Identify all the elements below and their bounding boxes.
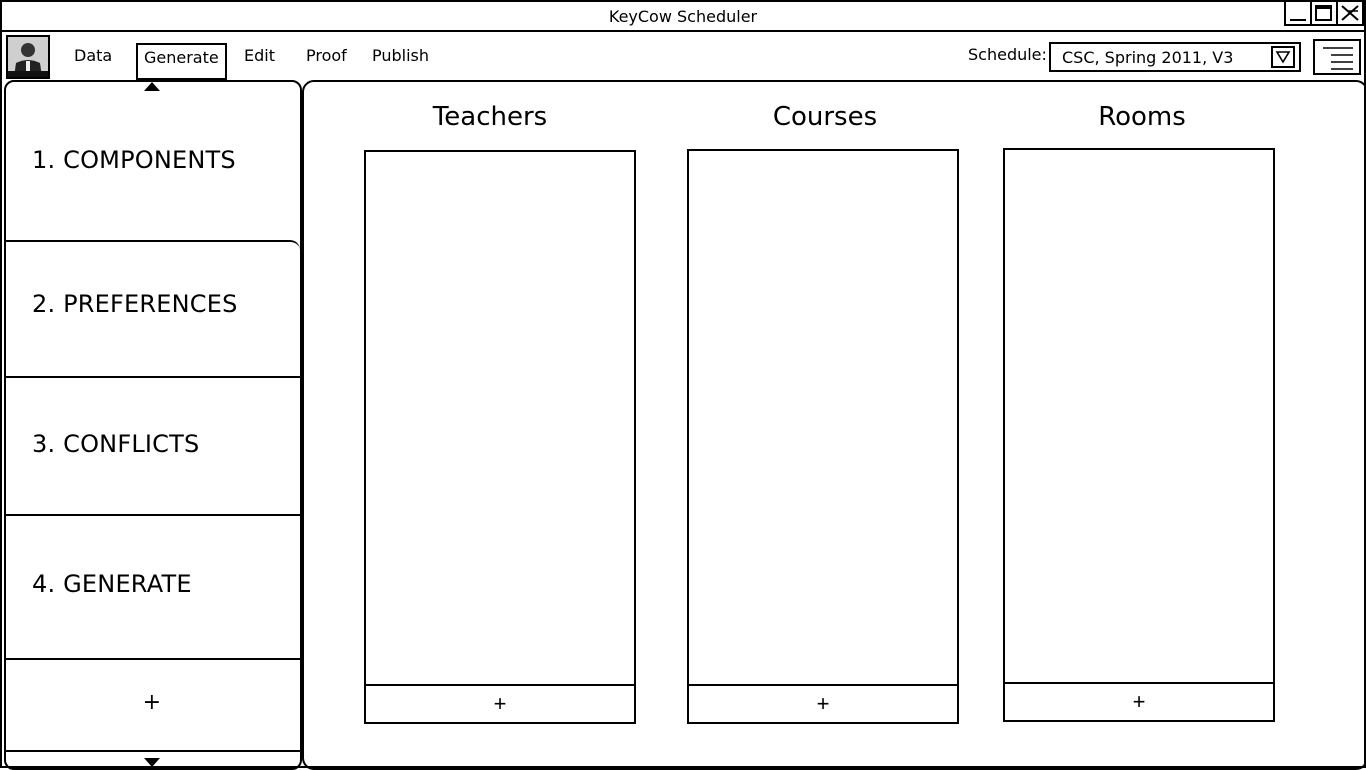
dropdown-button[interactable] (1271, 46, 1295, 68)
sidebar-step-label: 3. CONFLICTS (32, 430, 200, 458)
menu-publish[interactable]: Publish (372, 46, 429, 65)
window-controls (1284, 2, 1364, 26)
sidebar-step-label: 4. GENERATE (32, 570, 192, 598)
hamburger-menu-button[interactable] (1313, 39, 1361, 75)
minimize-button[interactable] (1284, 2, 1312, 26)
maximize-button[interactable] (1312, 2, 1338, 26)
schedule-value: CSC, Spring 2011, V3 (1062, 48, 1234, 67)
triangle-down-icon (1275, 51, 1291, 64)
minimize-icon (1290, 19, 1306, 21)
schedule-select[interactable]: CSC, Spring 2011, V3 (1049, 42, 1301, 72)
sidebar-step-generate[interactable]: 4. GENERATE (4, 514, 300, 658)
app-window: KeyCow Scheduler Data Generate Edit Proo… (0, 0, 1366, 770)
menu-bar: Data Generate Edit Proof Publish Schedul… (2, 32, 1364, 80)
close-icon (1341, 5, 1359, 21)
window-title: KeyCow Scheduler (608, 7, 758, 26)
triangle-down-icon[interactable] (144, 758, 160, 767)
user-avatar[interactable] (6, 35, 50, 79)
sidebar-step-components[interactable]: 1. COMPONENTS (4, 92, 300, 240)
column-title-teachers: Teachers (432, 102, 548, 132)
sidebar-step-label: 1. COMPONENTS (32, 146, 236, 174)
menu-generate[interactable]: Generate (136, 43, 227, 80)
hamburger-menu-icon (1323, 47, 1353, 70)
menu-data[interactable]: Data (74, 46, 112, 65)
triangle-up-icon[interactable] (144, 82, 160, 91)
add-room-button[interactable]: + (1005, 682, 1273, 720)
main-panel: Teachers Courses Rooms + + + (302, 80, 1366, 770)
user-icon (8, 37, 48, 77)
sidebar-step-label: 2. PREFERENCES (32, 290, 238, 318)
close-button[interactable] (1338, 2, 1364, 26)
teachers-list[interactable]: + (364, 150, 636, 724)
sidebar-step-preferences[interactable]: 2. PREFERENCES (4, 240, 300, 378)
maximize-icon (1315, 5, 1332, 21)
courses-list[interactable]: + (687, 149, 959, 724)
add-course-button[interactable]: + (689, 684, 957, 722)
schedule-label: Schedule: (968, 45, 1047, 64)
sidebar: 1. COMPONENTS 2. PREFERENCES 3. CONFLICT… (4, 80, 302, 770)
column-title-rooms: Rooms (1098, 102, 1186, 132)
menu-proof[interactable]: Proof (306, 46, 347, 65)
add-teacher-button[interactable]: + (366, 684, 634, 722)
sidebar-add-button[interactable]: + (4, 658, 300, 752)
menu-edit[interactable]: Edit (244, 46, 275, 65)
sidebar-step-conflicts[interactable]: 3. CONFLICTS (4, 376, 300, 514)
title-bar: KeyCow Scheduler (2, 2, 1364, 32)
column-title-courses: Courses (772, 102, 878, 132)
add-icon: + (142, 690, 162, 715)
rooms-list[interactable]: + (1003, 148, 1275, 722)
